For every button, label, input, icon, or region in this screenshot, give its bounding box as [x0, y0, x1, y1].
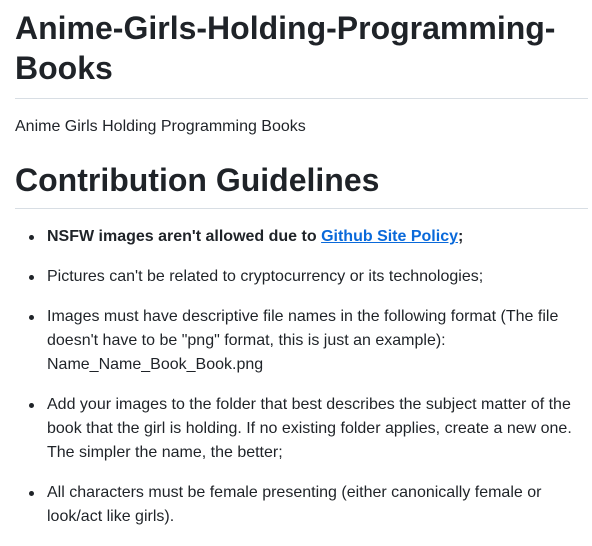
list-item-file-names: Images must have descriptive file names … — [29, 305, 588, 377]
list-item-nsfw: NSFW images aren't allowed due to Github… — [29, 225, 588, 249]
file-names-rule-text: Images must have descriptive file names … — [47, 308, 559, 373]
guidelines-list: NSFW images aren't allowed due to Github… — [15, 225, 588, 529]
bullet-icon — [29, 235, 34, 240]
characters-rule-text: All characters must be female presenting… — [47, 484, 542, 525]
bullet-icon — [29, 491, 34, 496]
list-item-characters: All characters must be female presenting… — [29, 481, 588, 529]
folders-rule-text: Add your images to the folder that best … — [47, 396, 572, 461]
list-item-folders: Add your images to the folder that best … — [29, 393, 588, 465]
crypto-rule-text: Pictures can't be related to cryptocurre… — [47, 268, 484, 285]
contribution-guidelines-heading: Contribution Guidelines — [15, 137, 588, 209]
readme-content: Anime-Girls-Holding-Programming-Books An… — [15, 0, 588, 529]
bullet-icon — [29, 315, 34, 320]
repo-description: Anime Girls Holding Programming Books — [15, 118, 306, 135]
list-item-crypto: Pictures can't be related to cryptocurre… — [29, 265, 588, 289]
bullet-icon — [29, 403, 34, 408]
github-site-policy-link[interactable]: Github Site Policy — [321, 228, 458, 245]
nsfw-rule-text: NSFW images aren't allowed due to — [47, 228, 322, 245]
page-title: Anime-Girls-Holding-Programming-Books — [15, 0, 588, 99]
bullet-icon — [29, 275, 34, 280]
nsfw-rule-suffix: ; — [457, 228, 464, 245]
